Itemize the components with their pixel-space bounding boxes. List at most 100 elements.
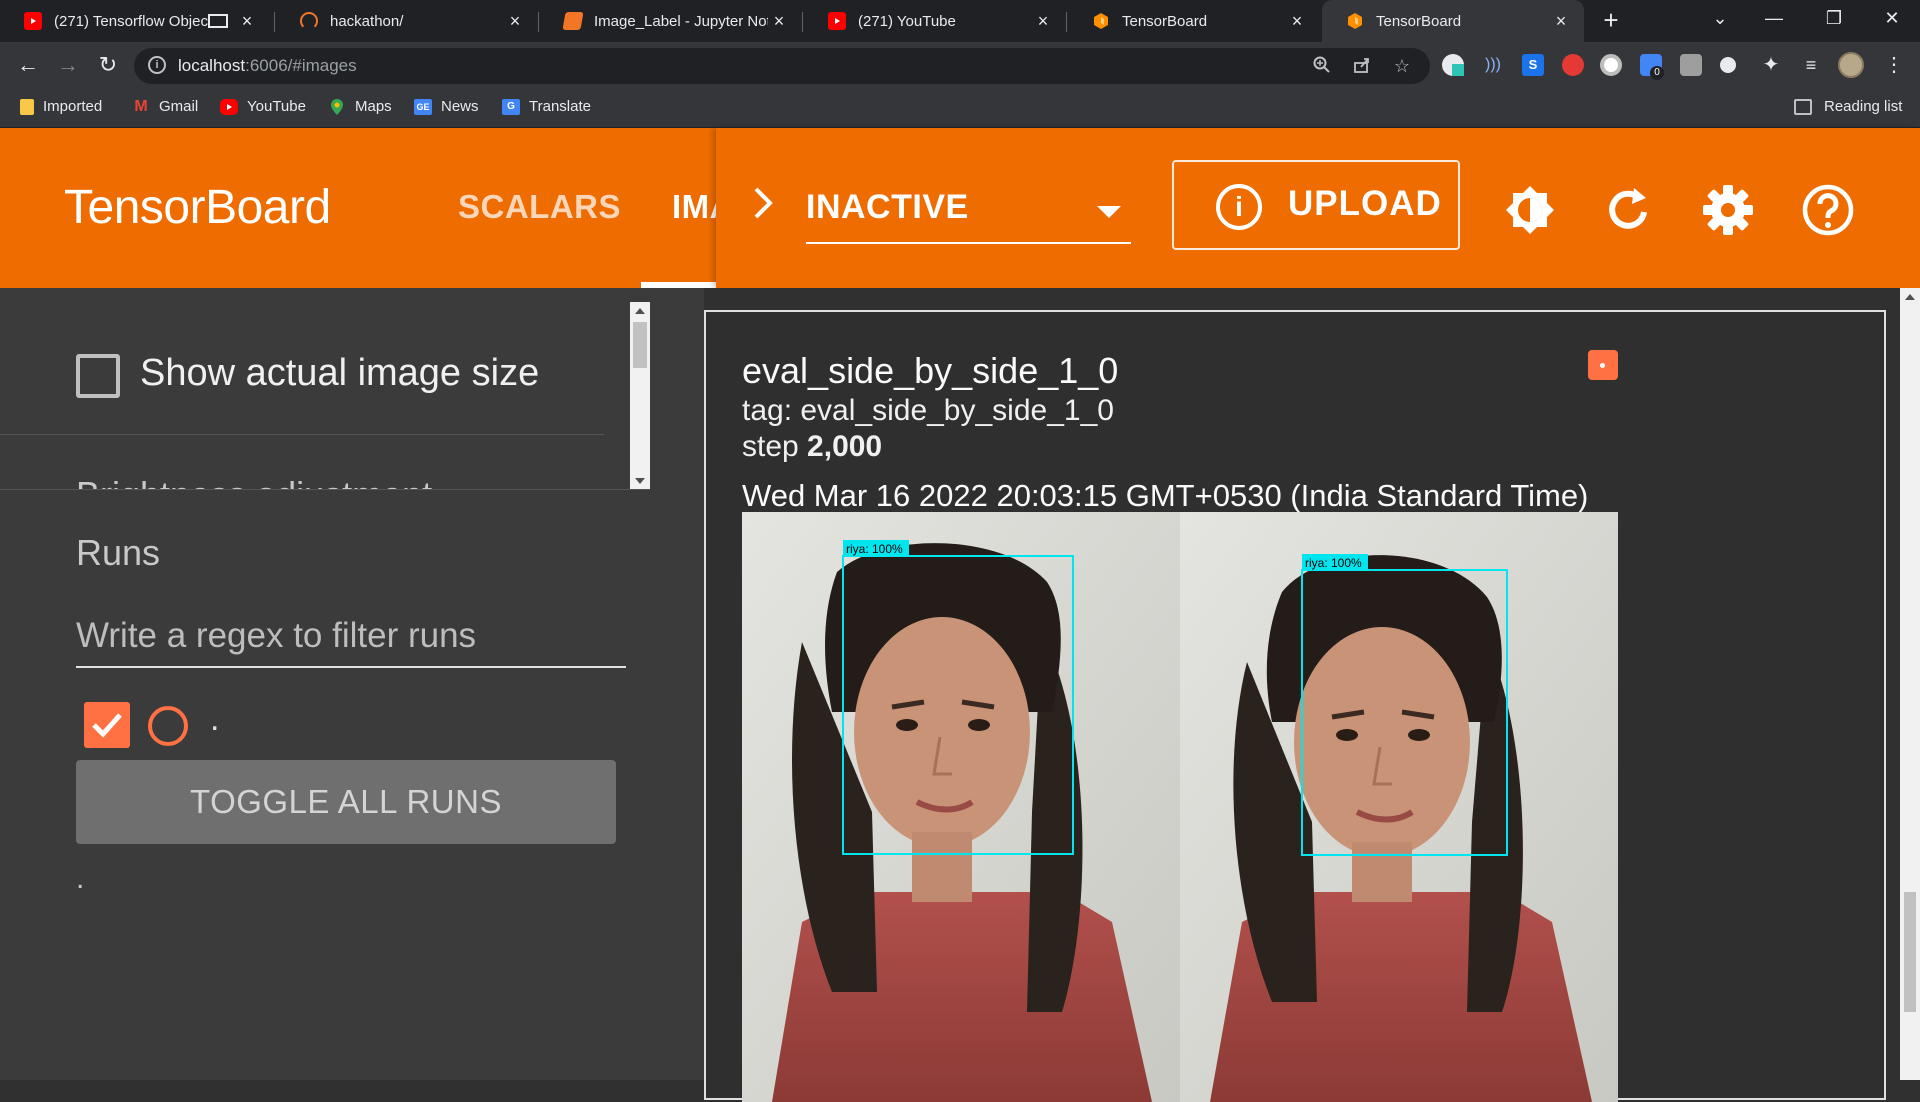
address-bar[interactable]: i localhost:6006/#images ☆ (134, 48, 1430, 84)
toggle-all-runs-button[interactable]: TOGGLE ALL RUNS (76, 760, 616, 844)
tab-scalars[interactable]: SCALARS (458, 188, 621, 226)
bookmark-gmail[interactable]: M Gmail (132, 98, 198, 116)
extensions-puzzle-icon[interactable]: ✦ (1760, 54, 1782, 76)
card-step: step 2,000 (742, 430, 883, 463)
tab-title: Image_Label - Jupyter Note (594, 12, 768, 30)
run-color-badge[interactable] (1588, 350, 1618, 380)
jupyter-icon (300, 12, 318, 30)
close-tab-icon[interactable]: × (236, 11, 258, 32)
tensorboard-logo[interactable]: TensorBoard (64, 180, 331, 235)
close-tab-icon[interactable]: × (768, 11, 790, 32)
share-icon[interactable] (1350, 56, 1374, 79)
extension-icon[interactable]: 0 (1640, 54, 1664, 80)
side-by-side-image[interactable]: riya: 100% riya: 100% (742, 512, 1618, 1102)
extension-icon[interactable]: ))) (1482, 54, 1504, 76)
close-tab-icon[interactable]: × (1286, 11, 1308, 32)
browser-tab[interactable]: (271) Tensorflow Objec × (0, 0, 270, 42)
extension-icon[interactable] (1680, 54, 1702, 76)
settings-scrollbar[interactable] (630, 302, 650, 489)
extension-icon[interactable] (1442, 54, 1464, 76)
profile-avatar[interactable] (1838, 52, 1864, 78)
run-radio-button[interactable] (148, 706, 188, 746)
step-value: 2,000 (807, 430, 883, 463)
bookmark-youtube[interactable]: YouTube (220, 98, 306, 115)
zoom-icon[interactable] (1310, 56, 1334, 79)
show-actual-size-checkbox[interactable] (76, 354, 120, 398)
detection-label: riya: 100% (1305, 556, 1362, 570)
browser-tab[interactable]: (271) YouTube × (804, 0, 1066, 42)
close-tab-icon[interactable]: × (1550, 11, 1572, 32)
dark-mode-icon[interactable] (1502, 182, 1558, 238)
picture-in-picture-icon[interactable] (208, 14, 228, 28)
run-regex-filter-input[interactable]: Write a regex to filter runs (76, 612, 626, 668)
image-panel-left (742, 512, 1180, 1102)
url-text[interactable]: localhost:6006/#images (178, 56, 357, 76)
new-tab-button[interactable]: + (1596, 6, 1626, 36)
reading-list-label: Reading list (1824, 98, 1903, 115)
media-control-icon[interactable]: ≡ (1800, 54, 1822, 76)
browser-tab[interactable]: hackathon/ × (276, 0, 538, 42)
card-timestamp: Wed Mar 16 2022 20:03:15 GMT+0530 (India… (742, 478, 1589, 513)
browser-toolbar: ← → ↻ i localhost:6006/#images ☆ ))) S 0… (0, 42, 1920, 88)
extension-badge: 0 (1650, 66, 1664, 80)
tensorboard-icon (1346, 12, 1364, 30)
bookmark-star-icon[interactable]: ☆ (1390, 56, 1414, 77)
main-scrollbar[interactable] (1900, 288, 1920, 1080)
back-button[interactable]: ← (14, 52, 42, 78)
translate-icon: G (502, 98, 520, 115)
forward-button[interactable]: → (54, 52, 82, 78)
brightness-adjustment-label: Brightness adjustment (76, 474, 432, 489)
youtube-icon (24, 12, 42, 30)
scroll-up-icon[interactable] (635, 308, 645, 314)
tensorboard-icon (1092, 12, 1110, 30)
sidebar: Show actual image size Brightness adjust… (0, 288, 704, 1080)
run-checkbox[interactable] (84, 702, 130, 748)
plugin-selector-dropdown[interactable]: INACTIVE (806, 184, 1131, 244)
maximize-button[interactable]: ❐ (1814, 8, 1854, 29)
scroll-up-icon[interactable] (1905, 294, 1915, 300)
extension-icon[interactable] (1562, 54, 1584, 76)
site-info-icon[interactable]: i (148, 56, 166, 74)
scrollbar-thumb[interactable] (1904, 892, 1916, 1012)
settings-gear-icon[interactable] (1700, 182, 1756, 238)
runs-title: Runs (76, 532, 161, 573)
tab-separator (1066, 12, 1067, 32)
close-window-button[interactable]: ✕ (1872, 8, 1912, 29)
browser-tab[interactable]: Image_Label - Jupyter Note × (540, 0, 802, 42)
help-icon[interactable] (1800, 182, 1856, 238)
browser-tab-active[interactable]: TensorBoard × (1322, 0, 1584, 42)
browser-tab-bar: (271) Tensorflow Objec × hackathon/ × Im… (0, 0, 1920, 42)
extension-icon[interactable] (1600, 54, 1622, 76)
extension-icon[interactable]: S (1522, 54, 1544, 76)
bookmark-news[interactable]: GE News (414, 98, 479, 115)
image-panel-right (1180, 512, 1618, 1102)
header-controls-panel: INACTIVE i UPLOAD (716, 128, 1920, 288)
image-settings-panel: Show actual image size Brightness adjust… (0, 288, 650, 490)
browser-menu-icon[interactable]: ⋮ (1880, 52, 1908, 77)
close-tab-icon[interactable]: × (1032, 11, 1054, 32)
bookmark-label: Maps (355, 98, 392, 115)
data-location-text: . (76, 862, 85, 895)
minimize-button[interactable]: — (1754, 8, 1794, 29)
chevron-right-icon[interactable] (752, 186, 774, 220)
bookmark-translate[interactable]: G Translate (502, 98, 591, 115)
maps-icon (328, 98, 346, 115)
upload-button[interactable]: i UPLOAD (1172, 160, 1460, 250)
extension-icon[interactable] (1720, 57, 1736, 73)
scrollbar-thumb[interactable] (633, 322, 647, 368)
tab-search-icon[interactable]: ⌄ (1700, 8, 1740, 29)
bookmarks-bar: Imported M Gmail YouTube Maps GE News G … (0, 88, 1920, 128)
detection-label: riya: 100% (846, 542, 903, 556)
scroll-down-icon[interactable] (635, 478, 645, 484)
reading-list-button[interactable]: Reading list (1794, 98, 1902, 115)
reload-button[interactable]: ↻ (94, 52, 122, 78)
bookmark-maps[interactable]: Maps (328, 98, 392, 115)
main-content: eval_side_by_side_1_0 tag: eval_side_by_… (704, 288, 1920, 1102)
upload-label: UPLOAD (1288, 184, 1442, 223)
regex-placeholder: Write a regex to filter runs (76, 616, 477, 655)
tab-title: TensorBoard (1122, 12, 1208, 30)
reload-icon[interactable] (1600, 182, 1656, 238)
browser-tab[interactable]: TensorBoard × (1068, 0, 1320, 42)
close-tab-icon[interactable]: × (504, 11, 526, 32)
bookmark-imported[interactable]: Imported (20, 98, 102, 115)
